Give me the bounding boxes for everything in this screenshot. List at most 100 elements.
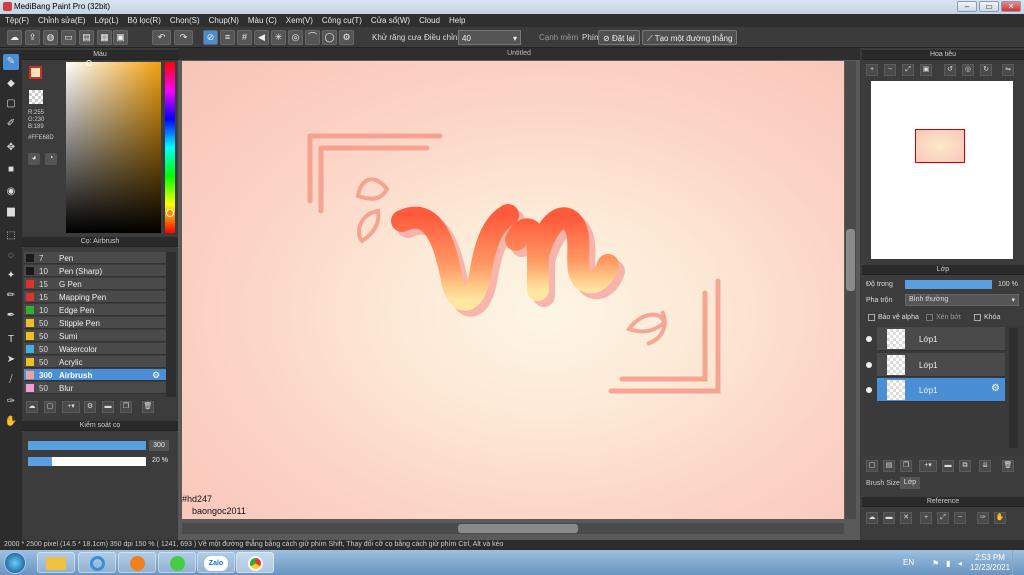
eyedropper-icon[interactable]: ✑ — [977, 512, 989, 524]
menu-view[interactable]: Xem(V) — [286, 16, 313, 25]
layer-row[interactable]: Lớp1 — [877, 353, 1005, 377]
minimize-button[interactable]: – — [957, 1, 977, 12]
settings-icon[interactable]: ⚙ — [339, 30, 354, 45]
explorer-taskbar-icon[interactable] — [37, 552, 75, 573]
layer-folder-icon[interactable]: ▬ — [942, 460, 954, 472]
menu-select[interactable]: Chọn(S) — [170, 16, 200, 25]
new-layer-icon[interactable]: ▢ — [866, 460, 878, 472]
comment-icon[interactable]: ◍ — [43, 30, 58, 45]
vertical-scrollbar[interactable] — [845, 61, 856, 519]
brush-row[interactable]: 10 Pen (Sharp) — [24, 265, 166, 277]
menu-layer[interactable]: Lớp(L) — [95, 16, 119, 25]
horizontal-scrollbar[interactable] — [182, 523, 844, 534]
fill-tool-icon[interactable]: ◉ — [3, 184, 19, 200]
size-value[interactable]: 300 — [149, 440, 169, 451]
hand-tool-icon[interactable]: ✋ — [3, 414, 19, 430]
navigator-preview[interactable] — [871, 81, 1013, 259]
cross-snap-icon[interactable]: # — [237, 30, 252, 45]
curve-snap-icon[interactable]: ⌒ — [305, 30, 320, 45]
tray-volume-icon[interactable]: ◂ — [958, 559, 962, 568]
close-button[interactable]: ✕ — [1001, 1, 1021, 12]
panel-icon[interactable]: ▤ — [79, 30, 94, 45]
horizontal-scroll-thumb[interactable] — [458, 524, 578, 533]
protect-alpha-checkbox[interactable] — [868, 314, 875, 321]
radial-snap-icon[interactable]: ✳ — [271, 30, 286, 45]
adjust-dropdown[interactable]: 40 ▾ — [458, 30, 521, 45]
brush-settings-icon[interactable]: ⚙ — [84, 401, 96, 413]
export-icon[interactable]: ⇪ — [25, 30, 40, 45]
operation-tool-icon[interactable]: ➤ — [3, 352, 19, 368]
size-slider[interactable] — [28, 441, 146, 450]
menu-color[interactable]: Màu (C) — [248, 16, 277, 25]
speech-icon[interactable]: ▭ — [61, 30, 76, 45]
hue-handle[interactable] — [166, 209, 174, 217]
reset-rotation-icon[interactable]: ◎ — [962, 64, 974, 76]
text-tool-icon[interactable]: T — [3, 332, 19, 348]
zoom-in-icon[interactable]: + — [866, 64, 878, 76]
magic-wand-icon[interactable]: ✦ — [3, 268, 19, 284]
trash-icon[interactable]: 🗑 — [142, 401, 154, 413]
layer-opacity-slider[interactable] — [905, 280, 992, 289]
circle-snap-icon[interactable]: ◎ — [288, 30, 303, 45]
lock-checkbox[interactable] — [974, 314, 981, 321]
eyedropper-icon[interactable]: ✑ — [3, 394, 19, 410]
menu-window[interactable]: Cửa sổ(W) — [371, 16, 410, 25]
gradient-tool-icon[interactable]: ▆ — [3, 204, 19, 220]
new-brush-icon[interactable]: ▢ — [44, 401, 56, 413]
zoom-out-icon[interactable]: − — [884, 64, 896, 76]
move-tool-icon[interactable]: ✥ — [3, 140, 19, 156]
layer-copy-icon[interactable]: ⧉ — [959, 460, 971, 472]
redo-icon[interactable]: ↷ — [174, 30, 193, 45]
rotate-left-icon[interactable]: ↺ — [944, 64, 956, 76]
menu-snap[interactable]: Chụp(N) — [209, 16, 239, 25]
zoom-in-icon[interactable]: + — [920, 512, 932, 524]
start-button[interactable] — [4, 552, 26, 574]
show-desktop-button[interactable] — [1012, 550, 1024, 575]
brush-list-scrollbar[interactable] — [166, 252, 176, 397]
layer-settings-icon[interactable]: ⚙ — [991, 383, 1000, 394]
vertical-scroll-thumb[interactable] — [846, 229, 855, 291]
visibility-icon[interactable] — [866, 336, 872, 342]
menu-filter[interactable]: Bộ lọc(R) — [128, 16, 161, 25]
ring-icon[interactable]: ◯ — [322, 30, 337, 45]
lasso-tool-icon[interactable]: ◌ — [3, 248, 19, 264]
actual-size-icon[interactable]: ▣ — [920, 64, 932, 76]
copy-icon[interactable]: ❐ — [120, 401, 132, 413]
visibility-icon[interactable] — [866, 387, 872, 393]
fit-icon[interactable]: ⤢ — [937, 512, 949, 524]
fit-icon[interactable]: ⤢ — [902, 64, 914, 76]
straight-line-button[interactable]: ⟋ Tạo một đường thẳng — [642, 30, 738, 45]
layer-row[interactable]: Lớp1 — [877, 327, 1005, 351]
brush-row[interactable]: 300 Airbrush ⚙ — [24, 369, 166, 381]
saturation-value-picker[interactable] — [66, 60, 161, 233]
cloud-icon[interactable]: ☁ — [7, 30, 22, 45]
zoom-out-icon[interactable]: − — [954, 512, 966, 524]
select-eraser-icon[interactable]: ✒ — [3, 308, 19, 324]
layer-row-selected[interactable]: Lớp1 ⚙ — [877, 378, 1005, 402]
zalo-taskbar-icon[interactable]: Zalo — [197, 552, 235, 573]
brush-row[interactable]: 50 Acrylic — [24, 356, 166, 368]
primary-color-swatch[interactable] — [29, 66, 42, 79]
brush-row[interactable]: 15 G Pen — [24, 278, 166, 290]
brush-row[interactable]: 50 Sumi — [24, 330, 166, 342]
ie-taskbar-icon[interactable] — [78, 552, 116, 573]
eraser-tool-icon[interactable]: ◆ — [3, 76, 19, 92]
language-indicator[interactable]: EN — [903, 558, 914, 567]
close-icon[interactable]: ✕ — [900, 512, 912, 524]
visibility-icon[interactable] — [866, 362, 872, 368]
opacity-slider[interactable] — [28, 457, 146, 466]
brush-size-tab[interactable]: Lớp — [900, 477, 920, 489]
palette-add-icon[interactable]: ◔ — [45, 153, 57, 165]
vanish-snap-icon[interactable]: ◀ — [254, 30, 269, 45]
menu-file[interactable]: Tệp(F) — [5, 16, 29, 25]
rotate-right-icon[interactable]: ↻ — [980, 64, 992, 76]
delete-layer-icon[interactable]: 🗑 — [1002, 460, 1014, 472]
undo-icon[interactable]: ↶ — [152, 30, 171, 45]
divide-tool-icon[interactable]: ⧸ — [3, 372, 19, 388]
layer-scrollbar[interactable] — [1009, 328, 1018, 448]
no-snap-icon[interactable]: ⊘ — [203, 30, 218, 45]
brush-row[interactable]: 10 Edge Pen — [24, 304, 166, 316]
clock[interactable]: 2:53 PM 12/23/2021 — [970, 553, 1010, 573]
blend-dropdown[interactable]: Bình thường ▾ — [905, 294, 1019, 306]
parallel-snap-icon[interactable]: ≡ — [220, 30, 235, 45]
